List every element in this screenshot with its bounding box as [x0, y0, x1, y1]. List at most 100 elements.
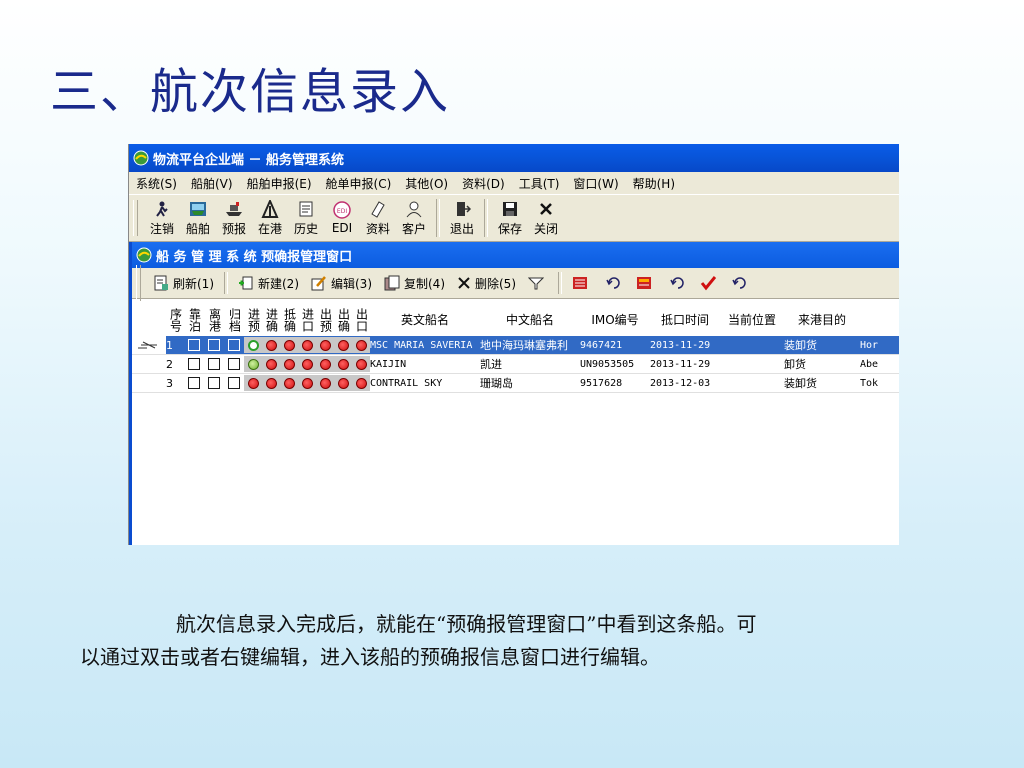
edi-icon: EDI: [333, 201, 351, 219]
col-english-name[interactable]: 英文船名: [370, 313, 480, 327]
archive-checkbox[interactable]: [228, 358, 240, 370]
menu-tools[interactable]: 工具(T): [512, 175, 567, 192]
cell-berth: [184, 336, 204, 354]
save-button[interactable]: 保存: [492, 197, 528, 239]
cell-depart: [204, 374, 224, 392]
menu-window[interactable]: 窗口(W): [566, 175, 625, 192]
edi-button[interactable]: EDI EDI: [324, 197, 360, 239]
cell-arrival: 2013-11-29: [650, 339, 711, 351]
col-chinese-name[interactable]: 中文船名: [480, 313, 580, 327]
col-in-confirm[interactable]: 进确: [262, 308, 280, 332]
table-row[interactable]: 2 KAIJIN 凯进 UN9053505 2013-11-29 卸货 Abe: [132, 355, 899, 374]
berth-checkbox[interactable]: [188, 358, 200, 370]
window-logo-icon: [136, 247, 152, 263]
col-in-forecast[interactable]: 进预: [244, 308, 262, 332]
undo-confirm-button[interactable]: [726, 277, 756, 289]
col-arrive-confirm[interactable]: 抵确: [280, 308, 298, 332]
ship-button[interactable]: 船舶: [180, 197, 216, 239]
status-red-icon: [247, 377, 259, 389]
berth-checkbox[interactable]: [188, 377, 200, 389]
col-out-forecast[interactable]: 出预: [316, 308, 334, 332]
cell-destination: Tok: [860, 377, 879, 389]
forecast-button[interactable]: 预报: [216, 197, 252, 239]
depart-checkbox[interactable]: [208, 377, 220, 389]
new-icon: [238, 275, 254, 291]
col-berth[interactable]: 靠泊: [184, 308, 204, 332]
save-label: 保存: [497, 221, 522, 236]
undo-icon: [670, 277, 684, 289]
delete-button[interactable]: 删除(5): [451, 275, 522, 292]
close-button[interactable]: 关闭: [528, 197, 564, 239]
toolbar-separator: [484, 199, 488, 237]
row-indicator: [132, 374, 166, 392]
menu-help[interactable]: 帮助(H): [626, 175, 682, 192]
in-port-button[interactable]: 在港: [252, 197, 288, 239]
toolbar-grip[interactable]: [136, 265, 141, 301]
menu-ship-declare[interactable]: 船舶申报(E): [240, 175, 319, 192]
archive-checkbox[interactable]: [228, 377, 240, 389]
checkmark-icon: [700, 275, 716, 291]
exit-button[interactable]: 退出: [444, 197, 480, 239]
filter-button[interactable]: [522, 275, 554, 291]
status-red-icon: [337, 358, 349, 370]
col-imo[interactable]: IMO编号: [580, 313, 650, 327]
report-button[interactable]: [566, 275, 600, 291]
cell-purpose: 装卸货: [784, 339, 817, 352]
grid-header: 序号 靠泊 离港 归档 进预 进确 抵确 进口 出预 出确 出口 英文船名 中文…: [132, 304, 899, 336]
berth-checkbox[interactable]: [188, 339, 200, 351]
edi-label: EDI: [331, 221, 353, 235]
col-current-position[interactable]: 当前位置: [720, 313, 784, 327]
table-row[interactable]: 1 MSC MARIA SAVERIA 地中海玛琳塞弗利 9467421 201…: [132, 336, 899, 355]
toolbar-grip[interactable]: [133, 200, 138, 236]
col-depart[interactable]: 离港: [204, 308, 224, 332]
col-in-port[interactable]: 进口: [298, 308, 316, 332]
toolbar-separator: [224, 272, 228, 294]
status-red-icon: [265, 377, 277, 389]
caption-line-1: 航次信息录入完成后，就能在“预确报管理窗口”中看到这条船。可: [176, 612, 757, 636]
status-lights: [244, 337, 370, 353]
status-red-icon: [337, 377, 349, 389]
confirm-button[interactable]: [694, 275, 726, 291]
cell-position: [720, 374, 784, 392]
menu-data[interactable]: 资料(D): [455, 175, 512, 192]
menu-ship[interactable]: 船舶(V): [184, 175, 240, 192]
app-title: 物流平台企业端 － 船务管理系统: [153, 152, 345, 168]
depart-checkbox[interactable]: [208, 339, 220, 351]
batch-button[interactable]: [630, 275, 664, 291]
edit-button[interactable]: 编辑(3): [305, 275, 378, 292]
cell-imo: 9467421: [580, 339, 623, 351]
history-button[interactable]: 历史: [288, 197, 324, 239]
col-purpose[interactable]: 来港目的: [784, 313, 860, 327]
menu-other[interactable]: 其他(O): [398, 175, 455, 192]
customer-button[interactable]: 客户: [396, 197, 432, 239]
refresh-icon: [153, 275, 169, 291]
cell-chinese-name: 珊瑚岛: [480, 377, 513, 390]
table-row[interactable]: 3 CONTRAIL SKY 珊瑚岛 9517628 2013-12-03 装卸…: [132, 374, 899, 393]
menu-system[interactable]: 系统(S): [129, 175, 184, 192]
copy-button[interactable]: 复制(4): [378, 275, 451, 292]
col-out-port[interactable]: 出口: [352, 308, 370, 332]
refresh-button[interactable]: 刷新(1): [147, 275, 220, 292]
status-confirmed-icon: [247, 358, 259, 370]
undo-report-button[interactable]: [600, 277, 630, 289]
col-seq[interactable]: 序号: [166, 308, 184, 332]
status-red-icon: [283, 339, 295, 351]
report-icon: [572, 275, 590, 291]
menu-manifest-declare[interactable]: 舱单申报(C): [319, 175, 399, 192]
new-label: 新建(2): [258, 276, 299, 291]
cell-seq: 1: [166, 338, 173, 352]
slide-caption: 航次信息录入完成后，就能在“预确报管理窗口”中看到这条船。可 以通过双击或者右键…: [80, 608, 950, 674]
documents-button[interactable]: 资料: [360, 197, 396, 239]
new-button[interactable]: 新建(2): [232, 275, 305, 292]
undo-batch-button[interactable]: [664, 277, 694, 289]
col-archive[interactable]: 归档: [224, 308, 244, 332]
logout-button[interactable]: 注销: [144, 197, 180, 239]
archive-checkbox[interactable]: [228, 339, 240, 351]
row-indicator: [132, 355, 166, 373]
in-port-icon: [261, 199, 279, 218]
depart-checkbox[interactable]: [208, 358, 220, 370]
col-arrival-time[interactable]: 抵口时间: [650, 313, 720, 327]
col-out-confirm[interactable]: 出确: [334, 308, 352, 332]
history-label: 历史: [293, 221, 318, 236]
cell-english-name: MSC MARIA SAVERIA: [370, 339, 473, 351]
